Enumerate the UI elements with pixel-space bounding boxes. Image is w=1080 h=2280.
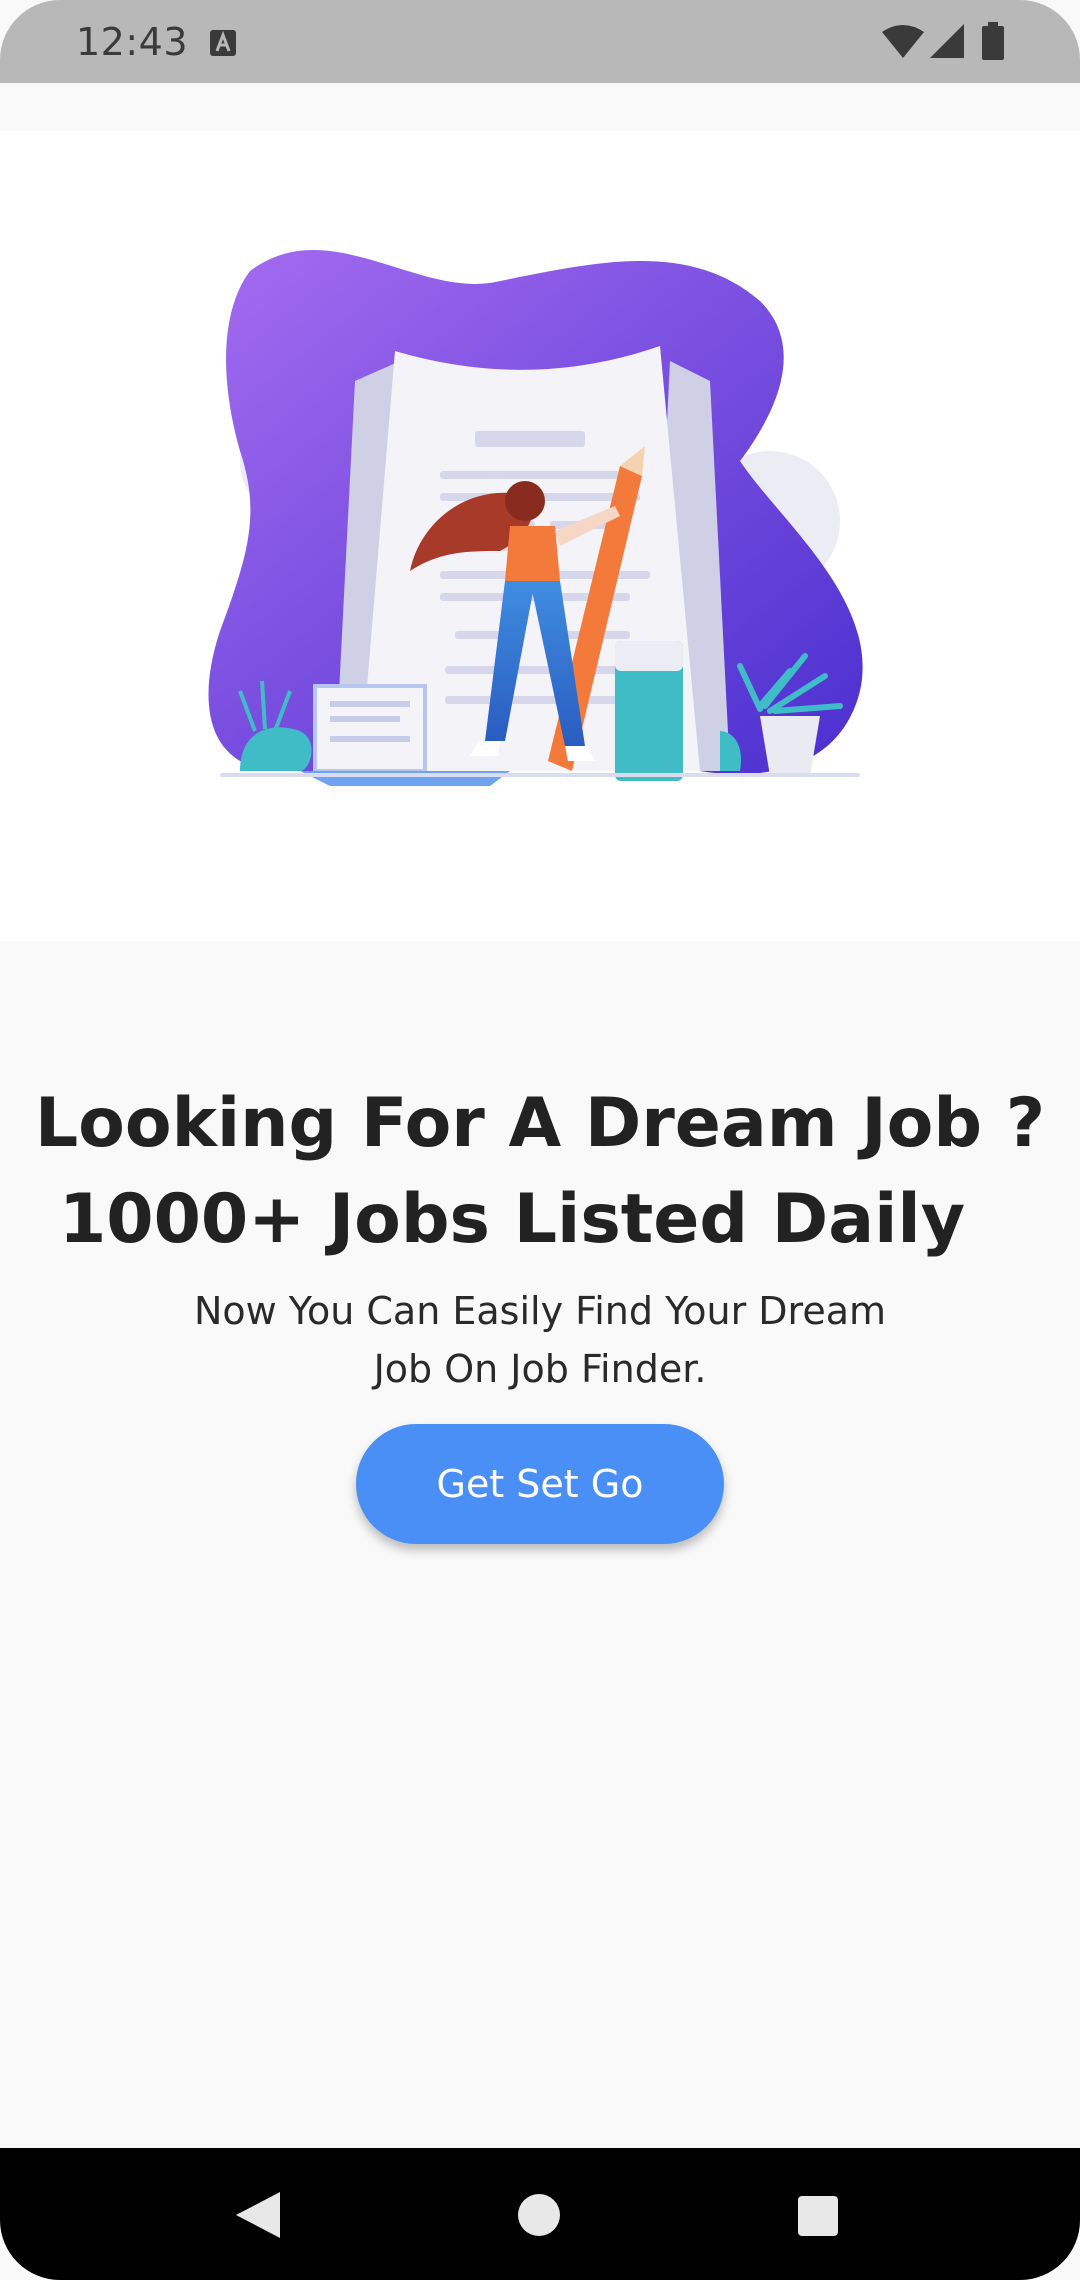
job-search-illustration	[208, 250, 863, 786]
recents-icon[interactable]	[798, 2196, 838, 2236]
headline-line-2: 1000+ Jobs Listed Daily	[58, 1180, 966, 1259]
navigation-bar	[0, 2148, 1080, 2280]
back-icon[interactable]	[236, 2192, 280, 2238]
headline-line-1: Looking For A Dream Job ?	[34, 1084, 1046, 1163]
home-icon[interactable]	[518, 2194, 560, 2236]
subtitle: Now You Can Easily Find Your Dream Job O…	[193, 1289, 887, 1391]
signal-icon	[930, 24, 964, 58]
status-bar: 12:43	[0, 0, 1080, 83]
battery-icon	[982, 22, 1004, 60]
hero-illustration	[0, 131, 1080, 941]
screen: 12:43 Looking For A Dream Job ? 1000+ Jo…	[0, 0, 1080, 2280]
a-icon	[210, 30, 236, 56]
status-time: 12:43	[76, 20, 189, 64]
get-set-go-button[interactable]: Get Set Go	[356, 1424, 724, 1544]
wifi-icon	[882, 25, 924, 58]
